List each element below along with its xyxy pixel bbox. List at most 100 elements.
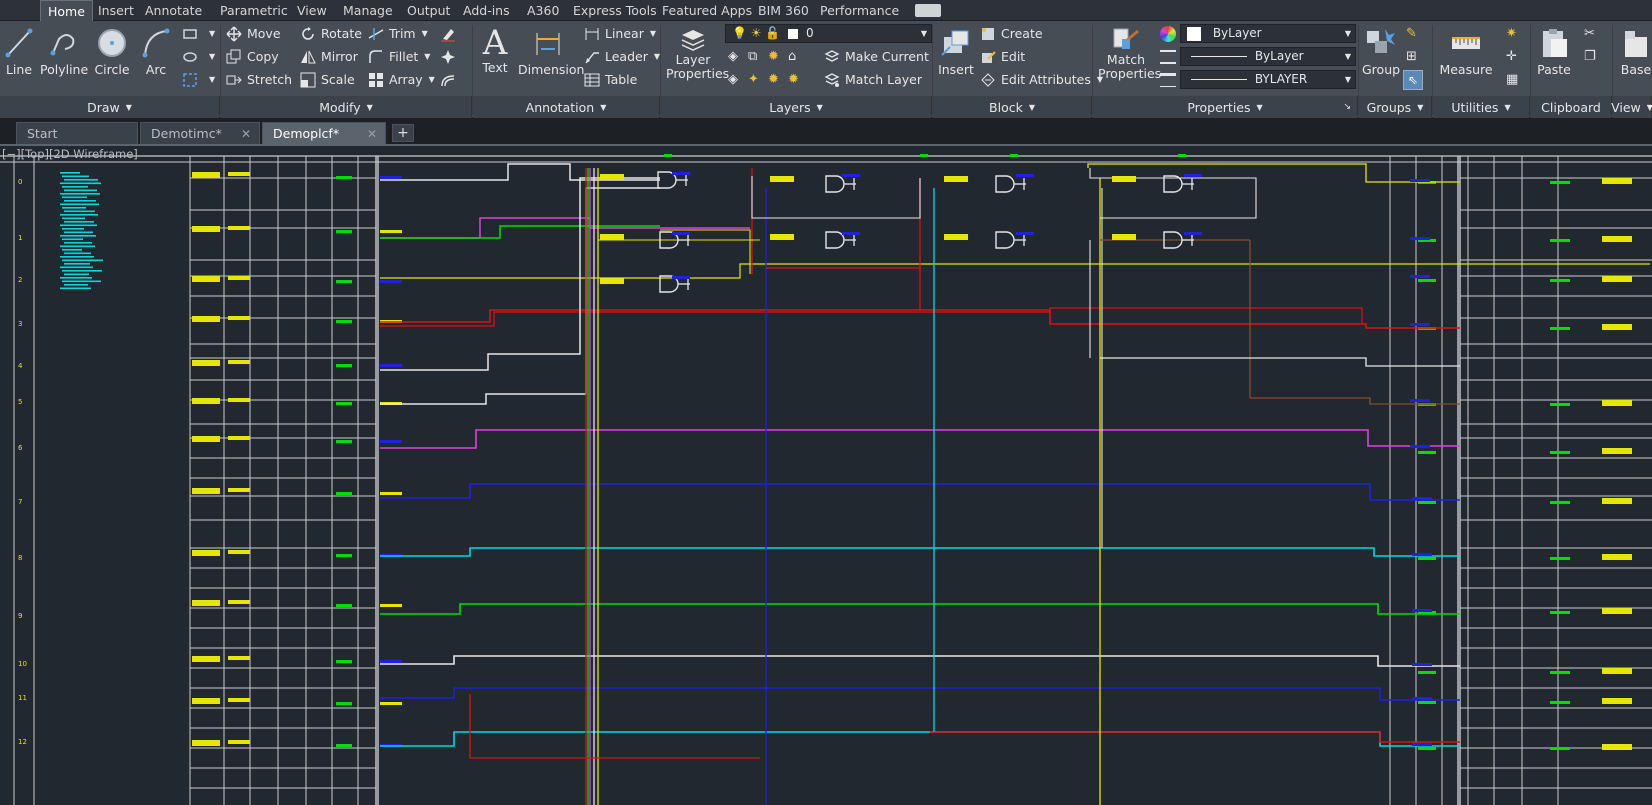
doc-tab-start[interactable]: Start: [16, 122, 138, 144]
panel-title-block[interactable]: Block ▼: [933, 96, 1092, 118]
move-button[interactable]: Move: [226, 24, 281, 44]
layer-unlock-icon[interactable]: ✹: [788, 70, 808, 90]
color-swatch: [1187, 26, 1201, 41]
calculator-icon[interactable]: ▦: [1506, 72, 1518, 87]
offset-button[interactable]: [440, 70, 461, 90]
tab-express-tools[interactable]: Express Tools: [573, 0, 657, 21]
ladder-diagram-canvas: 0123456789101112: [0, 154, 1652, 805]
layer-dropdown[interactable]: 💡 ☀ 🔓 0 ▼: [725, 24, 932, 43]
linear-dimension-button[interactable]: Linear ▼: [584, 24, 656, 44]
tab-annotate[interactable]: Annotate: [145, 0, 202, 21]
panel-title-draw[interactable]: Draw ▼: [0, 96, 220, 118]
rotate-button[interactable]: Rotate: [300, 24, 362, 44]
label-block: [1550, 239, 1570, 242]
scale-button[interactable]: Scale: [300, 70, 355, 90]
tab-bim360[interactable]: BIM 360: [758, 0, 809, 21]
doc-tab-demotimc[interactable]: Demotimc* ✕: [140, 122, 260, 144]
insert-block-button[interactable]: Insert: [937, 27, 975, 77]
panel-title-annotation[interactable]: Annotation ▼: [473, 96, 660, 118]
layer-thaw-icon[interactable]: ✹: [768, 70, 788, 90]
panel-title-utilities[interactable]: Utilities ▼: [1433, 96, 1530, 118]
drawing-viewport[interactable]: [−][Top][2D Wireframe] 0 1 2 3 4 5 6 7 8 9 10 11 12: [0, 148, 1652, 805]
panel-title-modify[interactable]: Modify ▼: [221, 96, 472, 118]
panel-title-groups[interactable]: Groups ▼: [1359, 96, 1432, 118]
hatch-button[interactable]: ▼: [182, 47, 215, 67]
tab-performance[interactable]: Performance: [820, 0, 899, 21]
stretch-button[interactable]: Stretch: [226, 70, 292, 90]
table-button[interactable]: Table: [584, 70, 637, 90]
tab-view[interactable]: View: [297, 0, 327, 21]
tab-manage[interactable]: Manage: [343, 0, 393, 21]
fillet-button[interactable]: Fillet ▼: [368, 47, 430, 67]
base-view-button[interactable]: Base: [1620, 27, 1652, 77]
text-button[interactable]: A Text: [480, 25, 510, 75]
copy-button[interactable]: Copy: [226, 47, 279, 67]
make-current-button[interactable]: Make Current: [824, 47, 929, 67]
leader-button[interactable]: Leader ▼: [584, 47, 660, 67]
document-tab-bar: Start Demotimc* ✕ Demoplcf* ✕ +: [0, 118, 1652, 146]
edit-block-button[interactable]: Edit: [980, 47, 1025, 67]
match-layer-button[interactable]: Match Layer: [824, 70, 922, 90]
dialog-launcher-icon[interactable]: ↘: [1343, 102, 1351, 112]
line-button[interactable]: Line: [3, 27, 35, 77]
id-point-icon[interactable]: ✛: [1506, 49, 1517, 64]
plus-icon: +: [397, 125, 409, 141]
polyline-button[interactable]: Polyline: [40, 27, 88, 77]
layer-walk-icon[interactable]: ✦: [748, 70, 768, 90]
trim-button[interactable]: Trim ▼: [368, 24, 428, 44]
close-icon[interactable]: ✕: [241, 123, 251, 145]
mirror-button[interactable]: Mirror: [300, 47, 358, 67]
layer-off-icon[interactable]: ◈: [728, 47, 748, 67]
ungroup-icon[interactable]: ✎: [1406, 26, 1417, 41]
viewport-controls-label[interactable]: [−][Top][2D Wireframe]: [2, 148, 138, 161]
group-edit-icon[interactable]: ⊞: [1406, 49, 1417, 64]
label-block: [336, 702, 352, 705]
group-select-icon[interactable]: ⇖: [1403, 70, 1423, 90]
group-button[interactable]: Group: [1362, 27, 1400, 77]
paste-button[interactable]: Paste: [1536, 27, 1572, 77]
lineweight-icon[interactable]: [1160, 73, 1176, 87]
copy-clip-icon[interactable]: ❐: [1584, 49, 1596, 64]
measure-button[interactable]: Measure: [1438, 27, 1494, 77]
panel-title-properties[interactable]: Properties ▼ ↘: [1093, 96, 1358, 118]
layer-isolate-icon[interactable]: ⧉: [748, 47, 768, 67]
circle-button[interactable]: Circle: [92, 27, 132, 77]
doc-tab-demoplcf[interactable]: Demoplcf* ✕: [262, 122, 386, 144]
new-tab-button[interactable]: +: [392, 124, 414, 142]
close-icon[interactable]: ✕: [367, 123, 377, 145]
region-button[interactable]: ▼: [182, 70, 215, 90]
edit-attributes-button[interactable]: Edit Attributes ▼: [980, 70, 1103, 90]
arc-button[interactable]: Arc: [138, 27, 174, 77]
label-block: [228, 600, 250, 604]
panel-title-clipboard[interactable]: Clipboard: [1531, 96, 1612, 118]
color-wheel-icon[interactable]: [1160, 26, 1176, 42]
rectangle-button[interactable]: ▼: [182, 24, 215, 44]
cut-icon[interactable]: ✂: [1584, 26, 1595, 41]
tab-home[interactable]: Home: [40, 0, 93, 21]
panel-title-view[interactable]: View ▼: [1611, 96, 1652, 118]
create-block-button[interactable]: Create: [980, 24, 1043, 44]
linetype-icon[interactable]: [1160, 50, 1176, 64]
tab-insert[interactable]: Insert: [98, 0, 134, 21]
layer-previous-icon[interactable]: ◈: [728, 70, 748, 90]
lineweight-dropdown[interactable]: BYLAYER ▼: [1180, 70, 1356, 89]
tab-a360[interactable]: A360: [527, 0, 559, 21]
tab-parametric[interactable]: Parametric: [220, 0, 288, 21]
erase-button[interactable]: [440, 24, 461, 44]
tab-featured-apps[interactable]: Featured Apps: [662, 0, 752, 21]
tab-output[interactable]: Output: [407, 0, 450, 21]
linetype-dropdown[interactable]: ByLayer ▼: [1180, 47, 1356, 66]
ribbon-display-toggle-button[interactable]: [915, 4, 941, 17]
layer-freeze-icon[interactable]: ✹: [768, 47, 788, 67]
tab-add-ins[interactable]: Add-ins: [463, 0, 510, 21]
panel-title-layers[interactable]: Layers ▼: [661, 96, 932, 118]
array-button[interactable]: Array ▼: [368, 70, 435, 90]
layer-properties-button[interactable]: Layer Properties: [666, 27, 729, 81]
dimension-button[interactable]: Dimension: [518, 27, 584, 77]
explode-button[interactable]: [440, 47, 461, 67]
match-properties-button[interactable]: Match Properties: [1098, 27, 1161, 81]
color-dropdown[interactable]: ByLayer ▼: [1180, 24, 1356, 43]
chevron-down-icon: ▼: [1504, 102, 1511, 112]
quick-calc-icon[interactable]: ✷: [1506, 26, 1517, 41]
layer-lock-icon[interactable]: ⌂: [788, 47, 808, 67]
